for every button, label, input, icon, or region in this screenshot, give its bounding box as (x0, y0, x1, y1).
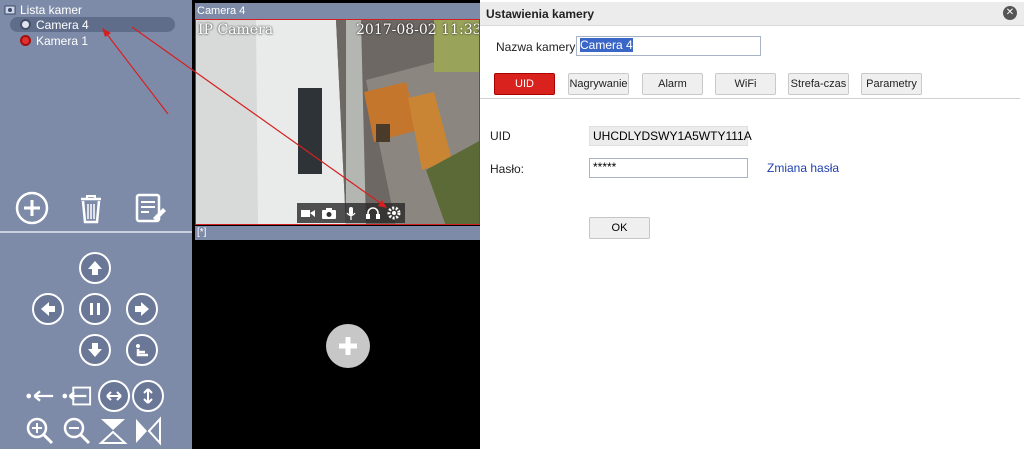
video-area: Camera 4 IP Camera 2017-08-02 11:33 [*] (192, 0, 480, 449)
camera-list-root[interactable]: Lista kamer (4, 3, 82, 17)
arrow-right-icon (135, 302, 149, 316)
osd-camera-name: IP Camera (198, 22, 274, 38)
ptz-right-button[interactable] (126, 293, 158, 325)
ptz-menu-button[interactable] (126, 334, 158, 366)
ok-button[interactable]: OK (589, 217, 650, 239)
arrows-horizontal-icon (106, 391, 122, 401)
dialog-title: Ustawienia kamery (480, 2, 1024, 26)
ptz-left-button[interactable] (32, 293, 64, 325)
camera-list-root-label: Lista kamer (20, 3, 83, 17)
camera-list-item-kamera-1[interactable]: Kamera 1 (10, 33, 175, 48)
camera-name-value: Camera 4 (580, 38, 633, 52)
vertical-scan-button[interactable] (132, 380, 164, 412)
flip-horizontal-icon (136, 416, 161, 446)
video-panel-2-title: [*] (195, 226, 480, 240)
tab-separator (480, 98, 1020, 99)
tab-timezone[interactable]: Strefa-czas (788, 73, 849, 95)
tab-wifi[interactable]: WiFi (715, 73, 776, 95)
video-panel-title: Camera 4 (195, 3, 480, 19)
tab-alarm[interactable]: Alarm (642, 73, 703, 95)
close-icon[interactable]: ✕ (1003, 6, 1017, 20)
password-field[interactable]: ***** (589, 158, 748, 178)
tab-parameters[interactable]: Parametry (861, 73, 922, 95)
tab-uid[interactable]: UID (494, 73, 555, 95)
snapshot-camera-icon[interactable] (322, 207, 337, 219)
focus-near-button[interactable] (25, 381, 55, 411)
plus-icon (339, 337, 357, 355)
delete-camera-button[interactable] (73, 190, 109, 226)
tab-recording[interactable]: Nagrywanie (568, 73, 629, 95)
video-controls-bar (297, 203, 405, 223)
zoom-in-button[interactable] (25, 416, 55, 446)
headphones-icon[interactable] (365, 207, 380, 219)
camera-name-label: Nazwa kamery: (496, 40, 579, 54)
edit-camera-button[interactable] (132, 190, 168, 226)
camera-group-icon (4, 5, 16, 15)
focus-far-button[interactable] (62, 381, 92, 411)
flip-horizontal-button[interactable] (133, 416, 163, 446)
camera-snapshot-image (196, 20, 479, 224)
add-camera-button[interactable] (14, 190, 50, 226)
arrow-up-icon (88, 261, 102, 275)
left-panel: Lista kamer Camera 4 Kamera 1 (0, 0, 192, 449)
video-panel-1[interactable]: Camera 4 IP Camera 2017-08-02 11:33 (195, 3, 480, 225)
add-stream-button[interactable] (326, 324, 370, 368)
camera-name-input[interactable]: Camera 4 (576, 36, 761, 56)
osd-timestamp: 2017-08-02 11:33 (356, 22, 480, 38)
camera-list-item-label: Camera 4 (36, 17, 89, 32)
plus-circle-icon (15, 191, 49, 225)
microphone-icon[interactable] (344, 206, 358, 220)
zoom-out-icon (63, 417, 91, 445)
camera-list-item-label: Kamera 1 (36, 33, 89, 48)
camera-online-icon (20, 19, 31, 30)
ptz-down-button[interactable] (79, 334, 111, 366)
camera-settings-dialog: Ustawienia kamery ✕ Nazwa kamery: Camera… (480, 0, 1024, 449)
video-stream[interactable]: IP Camera 2017-08-02 11:33 (195, 19, 480, 225)
camera-toolbar (0, 190, 192, 228)
ptz-pause-button[interactable] (79, 293, 111, 325)
settings-gear-icon[interactable] (387, 206, 401, 220)
password-label: Hasło: (490, 162, 525, 176)
arrows-vertical-icon (143, 388, 153, 404)
record-video-icon[interactable] (300, 207, 315, 219)
arrow-into-box-icon (62, 386, 92, 406)
pause-icon (90, 303, 100, 315)
uid-field: UHCDLYDSWY1A5WTY111A (589, 126, 752, 146)
trash-icon (81, 195, 101, 224)
arrow-down-icon (88, 343, 102, 357)
uid-label: UID (490, 129, 511, 143)
flip-vertical-icon (98, 419, 128, 444)
arrow-left-icon (41, 302, 55, 316)
horizontal-scan-button[interactable] (98, 380, 130, 412)
list-icon (136, 344, 148, 357)
change-password-link[interactable]: Zmiana hasła (767, 161, 839, 175)
camera-list: Lista kamer Camera 4 Kamera 1 (0, 0, 192, 230)
edit-document-icon (135, 193, 166, 223)
video-panel-2[interactable]: [*] (195, 226, 480, 449)
ptz-up-button[interactable] (79, 252, 111, 284)
flip-vertical-button[interactable] (98, 416, 128, 446)
zoom-in-icon (26, 417, 54, 445)
camera-list-item-camera-4[interactable]: Camera 4 (10, 17, 175, 32)
camera-offline-icon (20, 35, 31, 46)
zoom-out-button[interactable] (62, 416, 92, 446)
arrow-dot-left-icon (26, 390, 54, 402)
panel-divider (0, 231, 192, 233)
